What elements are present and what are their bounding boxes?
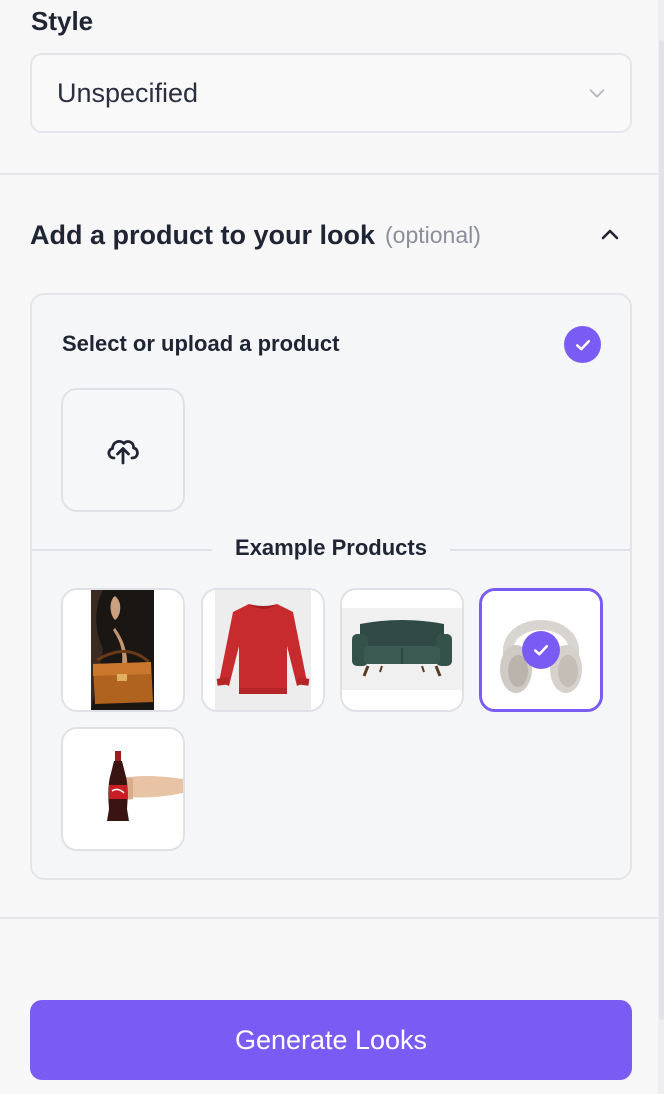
- product-card-title: Select or upload a product: [62, 331, 340, 356]
- check-icon: [564, 326, 601, 363]
- example-products-label-wrap: Example Products: [32, 535, 630, 561]
- coca-cola-image: [63, 729, 183, 849]
- section-divider-bottom: [0, 917, 660, 919]
- generate-looks-button[interactable]: Generate Looks: [30, 1000, 632, 1080]
- example-product-handbag[interactable]: [61, 588, 185, 712]
- red-sweater-image: [203, 590, 323, 710]
- section-divider: [0, 173, 660, 175]
- example-product-coca-cola[interactable]: [61, 727, 185, 851]
- chevron-up-icon[interactable]: [598, 223, 622, 247]
- example-product-red-sweater[interactable]: [201, 588, 325, 712]
- example-product-headphones[interactable]: [479, 588, 603, 712]
- sofa-image: [342, 590, 462, 710]
- optional-label: (optional): [385, 221, 481, 248]
- selected-check-icon: [522, 631, 560, 669]
- product-card: Select or upload a product Example Produ…: [30, 293, 632, 880]
- product-section-header[interactable]: Add a product to your look (optional): [30, 215, 630, 255]
- chevron-down-icon: [589, 89, 605, 98]
- style-label: Style: [31, 6, 94, 36]
- style-select-value: Unspecified: [57, 77, 199, 108]
- upload-cloud-icon: [107, 439, 139, 465]
- example-product-sofa[interactable]: [340, 588, 464, 712]
- example-products-divider: Example Products: [32, 535, 630, 565]
- page: Style Unspecified Add a product to your …: [0, 0, 664, 1094]
- scrollbar-track[interactable]: [658, 0, 664, 1094]
- product-section-title: Add a product to your look: [30, 219, 375, 250]
- handbag-image: [63, 590, 183, 710]
- style-select[interactable]: Unspecified: [30, 53, 632, 133]
- example-products-label: Example Products: [219, 535, 443, 560]
- scrollbar-thumb[interactable]: [659, 40, 664, 1020]
- upload-product-button[interactable]: [61, 388, 185, 512]
